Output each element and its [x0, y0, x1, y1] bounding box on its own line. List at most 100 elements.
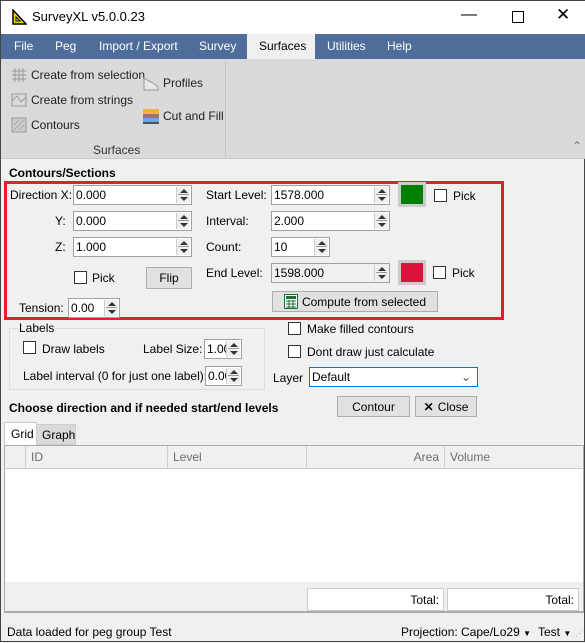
direction-pick-checkbox[interactable] [74, 271, 87, 284]
spinner[interactable] [374, 213, 388, 229]
direction-z-label: Z: [55, 240, 66, 254]
compute-from-selected-button[interactable]: Compute from selected [272, 291, 438, 312]
maximize-button[interactable] [512, 11, 524, 23]
spinner[interactable] [314, 239, 328, 255]
direction-x-input[interactable]: 0.000 [73, 185, 192, 205]
contours-button[interactable]: Contours [11, 117, 80, 133]
tension-label: Tension: [19, 301, 64, 315]
collapse-ribbon-icon[interactable]: ⌃ [572, 139, 582, 153]
end-pick-checkbox[interactable] [433, 266, 446, 279]
cut-and-fill-button[interactable]: Cut and Fill [143, 108, 224, 124]
ribbon-separator [225, 61, 226, 157]
menu-utilities[interactable]: Utilities [319, 34, 374, 59]
cut-fill-icon [143, 109, 159, 124]
dont-draw-checkbox[interactable] [288, 345, 301, 358]
direction-y-input[interactable]: 0.000 [73, 211, 192, 231]
label-interval-label: Label interval (0 for just one label): [23, 369, 208, 383]
hint-text: Choose direction and if needed start/end… [9, 401, 279, 415]
window-title: SurveyXL v5.0.0.23 [32, 9, 145, 24]
draw-labels-label: Draw labels [42, 342, 105, 356]
projection-dropdown[interactable]: Projection: Cape/Lo29 ▼ [401, 625, 531, 641]
spinner[interactable] [374, 187, 388, 203]
grid-header: ID Level Area Volume [5, 446, 583, 469]
label-size-label: Label Size: [143, 342, 203, 356]
count-label: Count: [206, 240, 242, 254]
spinner[interactable] [226, 368, 240, 384]
layer-select[interactable]: Default ⌄ [309, 367, 478, 387]
tab-graph[interactable]: Graph [36, 424, 76, 445]
tension-input[interactable]: 0.00 [68, 298, 120, 318]
count-value: 10 [274, 240, 288, 254]
spinner[interactable] [104, 300, 118, 316]
row-header-corner [5, 446, 26, 469]
menu-peg[interactable]: Peg [47, 34, 84, 59]
tab-grid[interactable]: Grid [4, 422, 37, 446]
section-title: Contours/Sections [9, 166, 116, 180]
ribbon-group-label: Surfaces [93, 143, 141, 157]
end-pick-label: Pick [452, 266, 475, 280]
close-label: Close [437, 399, 469, 414]
start-pick-checkbox[interactable] [434, 189, 447, 202]
caret-down-icon: ▼ [523, 629, 532, 638]
menu-survey[interactable]: Survey [191, 34, 244, 59]
direction-y-value: 0.000 [76, 214, 107, 228]
app-logo-icon [12, 9, 27, 25]
interval-label: Interval: [206, 214, 249, 228]
group-dropdown[interactable]: Test ▼ [538, 625, 571, 641]
create-from-selection-button[interactable]: Create from selection [11, 67, 145, 83]
direction-z-input[interactable]: 1.000 [73, 237, 192, 257]
column-volume[interactable]: Volume [445, 446, 583, 469]
interval-input[interactable]: 2.000 [271, 211, 390, 231]
interval-value: 2.000 [274, 214, 305, 228]
layer-label: Layer [273, 371, 304, 385]
resize-grip-icon[interactable]: ⋰ [575, 626, 584, 640]
labels-group-title: Labels [17, 321, 57, 335]
label-interval-input[interactable]: 0.00 [205, 366, 242, 386]
make-filled-contours-label: Make filled contours [307, 322, 414, 336]
start-pick-label: Pick [453, 189, 476, 203]
totals-row: Total: Total: [5, 582, 583, 611]
menu-import-export[interactable]: Import / Export [91, 34, 186, 59]
column-id[interactable]: ID [26, 446, 168, 469]
start-color-button[interactable] [398, 182, 426, 207]
count-input[interactable]: 10 [271, 237, 330, 257]
close-button[interactable]: ✕ Close [415, 396, 477, 417]
close-window-button[interactable]: ✕ [556, 6, 570, 23]
end-color-button[interactable] [398, 260, 426, 285]
status-message: Data loaded for peg group Test [7, 625, 172, 639]
ribbon: Create from selection Create from string… [1, 59, 585, 159]
menu-file[interactable]: File [6, 34, 41, 59]
layer-value: Default [312, 370, 351, 384]
direction-x-value: 0.000 [76, 188, 107, 202]
make-filled-contours-checkbox[interactable] [288, 322, 301, 335]
flip-button[interactable]: Flip [146, 267, 192, 289]
minimize-button[interactable]: — [461, 7, 477, 23]
menu-help[interactable]: Help [379, 34, 420, 59]
compute-label: Compute from selected [301, 294, 427, 309]
spinner[interactable] [176, 187, 190, 203]
end-level-input[interactable]: 1598.000 [271, 263, 390, 283]
draw-labels-checkbox[interactable] [23, 341, 36, 354]
spinner[interactable] [176, 213, 190, 229]
column-area[interactable]: Area [307, 446, 445, 469]
direction-y-label: Y: [55, 214, 66, 228]
start-level-input[interactable]: 1578.000 [271, 185, 390, 205]
spinner[interactable] [176, 239, 190, 255]
create-from-strings-button[interactable]: Create from strings [11, 92, 133, 108]
contour-button[interactable]: Contour [337, 396, 410, 417]
dont-draw-label: Dont draw just calculate [307, 345, 435, 359]
spinner[interactable] [374, 265, 388, 281]
menu-surfaces[interactable]: Surfaces [247, 34, 315, 59]
direction-x-label: Direction X: [10, 188, 73, 202]
end-level-label: End Level: [206, 266, 263, 280]
start-level-label: Start Level: [206, 188, 267, 202]
label-size-input[interactable]: 1.00 [204, 339, 242, 359]
contours-icon [11, 117, 27, 133]
tension-value: 0.00 [71, 301, 95, 315]
menu-bar: File Peg Import / Export Survey Surfaces… [1, 34, 585, 59]
close-icon: ✕ [423, 399, 434, 414]
column-level[interactable]: Level [168, 446, 307, 469]
profiles-button[interactable]: Profiles [143, 75, 203, 91]
spinner[interactable] [226, 341, 240, 357]
chevron-down-icon: ⌄ [460, 370, 471, 384]
